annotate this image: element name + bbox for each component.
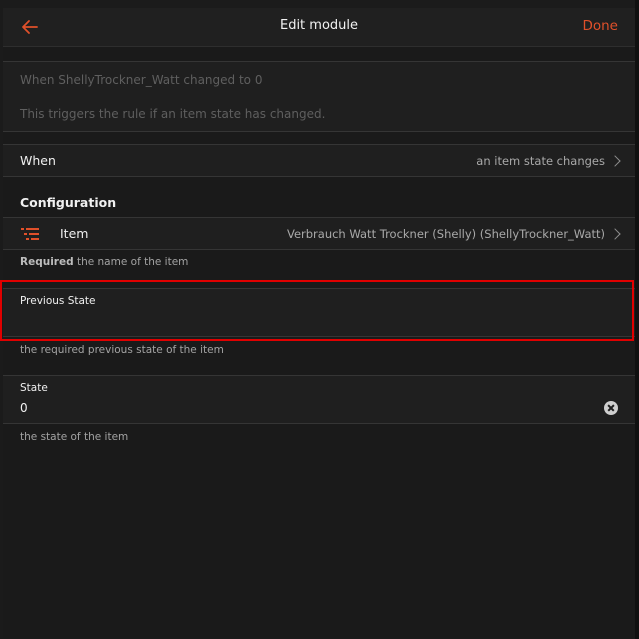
page-title: Edit module: [279, 18, 359, 33]
state-field[interactable]: State 0: [3, 375, 635, 424]
module-summary-label: When ShellyTrockner_Watt changed to 0: [20, 73, 263, 87]
state-label: State: [20, 382, 48, 394]
done-button[interactable]: Done: [582, 18, 618, 34]
configuration-title: Configuration: [20, 195, 117, 210]
item-helper: Required the name of the item: [20, 256, 188, 268]
when-label: When: [20, 153, 56, 168]
item-row[interactable]: Item Verbrauch Watt Trockner (Shelly) (S…: [3, 217, 635, 250]
item-value: Verbrauch Watt Trockner (Shelly) (Shelly…: [286, 227, 605, 241]
module-summary-card: When ShellyTrockner_Watt changed to 0 Th…: [3, 61, 635, 132]
item-label: Item: [60, 226, 89, 241]
item-helper-required: Required: [20, 256, 74, 268]
previous-state-label: Previous State: [20, 295, 96, 307]
when-row[interactable]: When an item state changes: [3, 144, 635, 177]
edit-module-screen: Edit module Done When ShellyTrockner_Wat…: [3, 8, 635, 638]
list-icon: [21, 228, 39, 240]
previous-state-field[interactable]: Previous State: [3, 288, 635, 337]
when-value: an item state changes: [476, 154, 605, 168]
module-summary-description: This triggers the rule if an item state …: [20, 107, 326, 121]
previous-state-input[interactable]: [20, 313, 580, 329]
chevron-right-icon: [609, 155, 621, 167]
state-helper: the state of the item: [20, 431, 129, 443]
navbar: Edit module Done: [3, 8, 635, 47]
chevron-right-icon: [609, 228, 621, 240]
window-edge: [635, 0, 639, 639]
item-helper-text: the name of the item: [73, 256, 189, 268]
clear-circle-icon[interactable]: [604, 401, 618, 415]
previous-state-helper: the required previous state of the item: [20, 344, 224, 356]
state-input[interactable]: 0: [20, 401, 28, 415]
